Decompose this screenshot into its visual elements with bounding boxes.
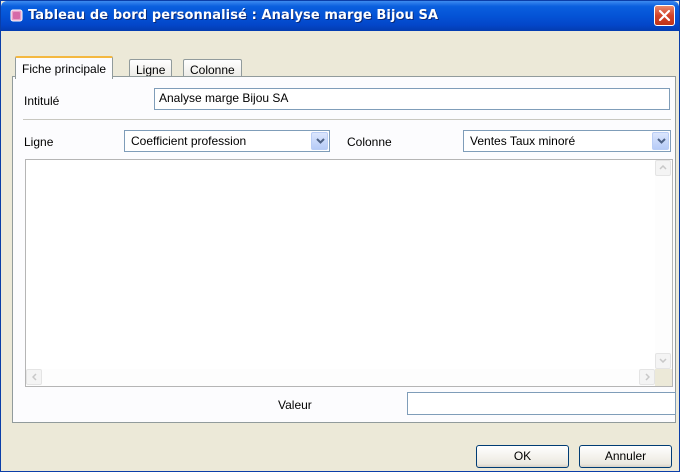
tab-colonne[interactable]: Colonne [183, 59, 242, 77]
tab-fiche-principale[interactable]: Fiche principale [15, 56, 114, 79]
chevron-down-icon [659, 358, 667, 363]
app-icon [10, 9, 23, 22]
ligne-label: Ligne [24, 135, 54, 149]
chevron-up-icon [659, 165, 667, 170]
chevron-right-icon [645, 373, 650, 381]
vertical-scrollbar[interactable] [655, 160, 672, 369]
close-icon [658, 9, 671, 22]
intitule-field[interactable]: Analyse marge Bijou SA [154, 88, 670, 110]
valeur-field[interactable] [407, 392, 676, 415]
separator [23, 119, 671, 120]
tab-ligne[interactable]: Ligne [129, 59, 173, 77]
intitule-label: Intitulé [24, 94, 60, 108]
scroll-right-button[interactable] [639, 369, 655, 385]
colonne-dropdown-button[interactable] [652, 132, 669, 150]
ok-button[interactable]: OK [476, 445, 569, 468]
horizontal-scrollbar[interactable] [26, 369, 655, 386]
list-area[interactable] [25, 159, 673, 387]
dialog-window: Tableau de bord personnalisé : Analyse m… [0, 0, 680, 472]
close-button[interactable] [654, 5, 675, 26]
chevron-down-icon [657, 138, 666, 144]
scroll-down-button[interactable] [655, 353, 671, 369]
chevron-left-icon [32, 373, 37, 381]
valeur-label: Valeur [278, 398, 312, 412]
colonne-select-value: Ventes Taux minoré [470, 134, 576, 148]
title-bar[interactable]: Tableau de bord personnalisé : Analyse m… [1, 1, 679, 31]
scroll-up-button[interactable] [655, 160, 671, 176]
colonne-select[interactable]: Ventes Taux minoré [463, 130, 671, 152]
colonne-label: Colonne [347, 135, 392, 149]
ligne-dropdown-button[interactable] [311, 132, 328, 150]
window-title: Tableau de bord personnalisé : Analyse m… [28, 8, 439, 23]
cancel-button[interactable]: Annuler [579, 445, 672, 468]
ligne-select-value: Coefficient profession [131, 134, 247, 148]
ligne-select[interactable]: Coefficient profession [124, 130, 330, 152]
scrollbar-corner [655, 369, 672, 386]
scroll-left-button[interactable] [26, 369, 42, 385]
chevron-down-icon [316, 138, 325, 144]
